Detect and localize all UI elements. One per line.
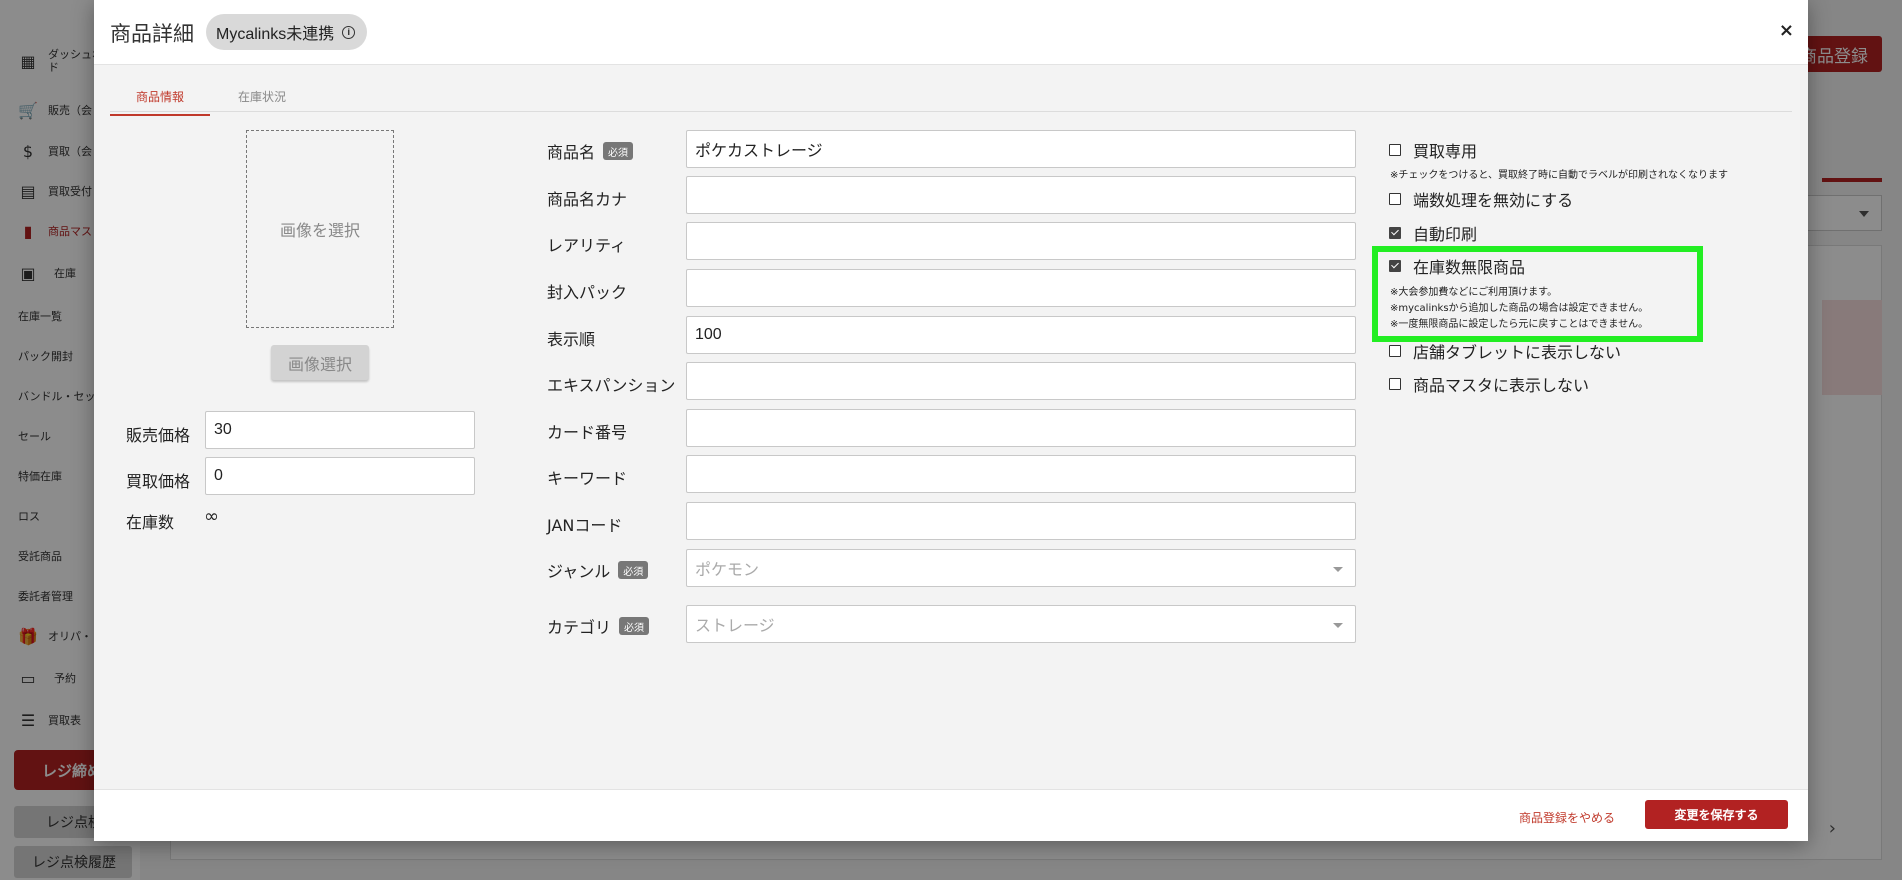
image-placeholder-text: 画像を選択 bbox=[279, 221, 360, 240]
option-hide-tablet[interactable]: 店舗タブレットに表示しない bbox=[1389, 339, 1621, 363]
keyword-input[interactable] bbox=[686, 455, 1356, 493]
option-hide-master[interactable]: 商品マスタに表示しない bbox=[1389, 372, 1589, 396]
info-icon[interactable]: i bbox=[342, 25, 356, 39]
jan-code-input[interactable] bbox=[686, 502, 1356, 540]
option-label: 端数処理を無効にする bbox=[1413, 191, 1574, 210]
required-badge: 必須 bbox=[618, 561, 649, 579]
tab-product-info[interactable]: 商品情報 bbox=[110, 88, 211, 116]
card-number-input[interactable] bbox=[686, 409, 1356, 447]
required-badge: 必須 bbox=[603, 142, 634, 160]
modal-title: 商品詳細 bbox=[110, 22, 194, 46]
mycalinks-status-label: Mycalinks未連携 bbox=[216, 26, 335, 43]
product-kana-input[interactable] bbox=[686, 176, 1356, 214]
field-label-pack: 封入パック bbox=[547, 283, 628, 302]
product-detail-modal: 商品詳細 Mycalinks未連携 i × 商品情報 在庫状況 画像を選択 画像… bbox=[94, 0, 1808, 841]
tab-stock-status[interactable]: 在庫状況 bbox=[212, 88, 312, 114]
buy-only-checkbox[interactable] bbox=[1389, 144, 1401, 156]
pack-input[interactable] bbox=[686, 269, 1356, 307]
buy-price-input[interactable]: 0 bbox=[205, 457, 475, 495]
hide-master-checkbox[interactable] bbox=[1389, 378, 1401, 390]
display-order-input[interactable]: 100 bbox=[686, 316, 1356, 354]
stock-label: 在庫数 bbox=[126, 513, 175, 532]
rarity-input[interactable] bbox=[686, 222, 1356, 260]
disable-rounding-checkbox[interactable] bbox=[1389, 193, 1401, 205]
mycalinks-status-badge[interactable]: Mycalinks未連携 i bbox=[206, 14, 368, 50]
field-label-product-kana: 商品名カナ bbox=[547, 190, 628, 209]
field-label-rarity: レアリティ bbox=[547, 236, 627, 255]
modal-footer: 商品登録をやめる 変更を保存する bbox=[94, 789, 1808, 841]
select-image-button[interactable]: 画像選択 bbox=[271, 345, 369, 380]
highlight-box bbox=[1372, 246, 1703, 342]
field-label-text: カテゴリ bbox=[547, 618, 612, 637]
image-drop-area[interactable]: 画像を選択 bbox=[246, 130, 394, 328]
cancel-register-link[interactable]: 商品登録をやめる bbox=[1519, 809, 1615, 826]
expansion-input[interactable] bbox=[686, 362, 1356, 400]
hide-tablet-checkbox[interactable] bbox=[1389, 345, 1401, 357]
field-label-text: ジャンル bbox=[547, 562, 611, 581]
stock-value: ∞ bbox=[204, 506, 219, 527]
modal-header: 商品詳細 Mycalinks未連携 i × bbox=[94, 0, 1808, 65]
field-label-text: 商品名 bbox=[547, 143, 596, 162]
genre-select-value: ポケモン bbox=[695, 562, 760, 579]
option-label: 自動印刷 bbox=[1413, 225, 1478, 244]
field-label-genre: ジャンル 必須 bbox=[547, 558, 649, 582]
option-label: 商品マスタに表示しない bbox=[1413, 376, 1590, 395]
category-select[interactable]: ストレージ bbox=[686, 605, 1356, 643]
field-label-product-name: 商品名 必須 bbox=[547, 139, 634, 163]
sell-price-input[interactable]: 30 bbox=[205, 411, 475, 449]
field-label-jan-code: JANコード bbox=[547, 516, 623, 535]
buy-price-label: 買取価格 bbox=[126, 472, 191, 491]
auto-print-checkbox[interactable] bbox=[1389, 227, 1401, 239]
product-name-input[interactable]: ポケカストレージ bbox=[686, 130, 1356, 168]
buy-only-note: ※チェックをつけると、買取終了時に自動でラベルが印刷されなくなります bbox=[1390, 170, 1728, 181]
field-label-expansion: エキスパンション bbox=[547, 376, 676, 395]
category-select-value: ストレージ bbox=[695, 618, 775, 635]
close-button[interactable]: × bbox=[1779, 20, 1794, 41]
option-buy-only[interactable]: 買取専用 bbox=[1389, 138, 1477, 162]
field-label-card-number: カード番号 bbox=[547, 423, 628, 442]
option-auto-print[interactable]: 自動印刷 bbox=[1389, 221, 1477, 245]
option-disable-rounding[interactable]: 端数処理を無効にする bbox=[1389, 187, 1573, 211]
option-label: 買取専用 bbox=[1413, 142, 1478, 161]
option-label: 店舗タブレットに表示しない bbox=[1413, 343, 1622, 362]
field-label-keyword: キーワード bbox=[547, 469, 628, 488]
save-changes-button[interactable]: 変更を保存する bbox=[1645, 800, 1788, 829]
genre-select[interactable]: ポケモン bbox=[686, 549, 1356, 587]
tab-bar: 商品情報 在庫状況 bbox=[110, 82, 1792, 116]
required-badge: 必須 bbox=[619, 617, 650, 635]
field-label-category: カテゴリ 必須 bbox=[547, 614, 650, 638]
field-label-display-order: 表示順 bbox=[547, 330, 596, 349]
sell-price-label: 販売価格 bbox=[126, 426, 191, 445]
